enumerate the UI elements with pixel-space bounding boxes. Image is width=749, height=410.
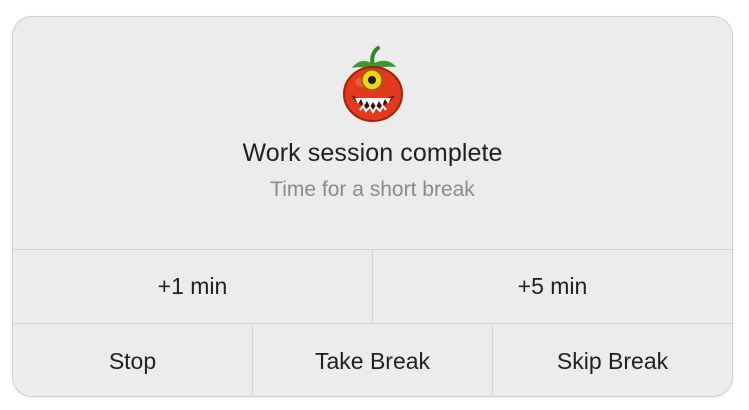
dialog-subtitle: Time for a short break	[270, 178, 475, 201]
action-button-row: Stop Take Break Skip Break	[13, 323, 732, 396]
skip-break-button[interactable]: Skip Break	[493, 324, 732, 396]
add-5-min-button[interactable]: +5 min	[373, 250, 732, 323]
add-1-min-button[interactable]: +1 min	[13, 250, 373, 323]
session-complete-dialog: Work session complete Time for a short b…	[12, 16, 733, 397]
dialog-title: Work session complete	[242, 139, 503, 167]
take-break-button[interactable]: Take Break	[253, 324, 493, 396]
tomato-monster-icon	[340, 44, 406, 124]
extend-button-row: +1 min +5 min	[13, 249, 732, 323]
stop-button[interactable]: Stop	[13, 324, 253, 396]
dialog-header: Work session complete Time for a short b…	[13, 17, 732, 249]
